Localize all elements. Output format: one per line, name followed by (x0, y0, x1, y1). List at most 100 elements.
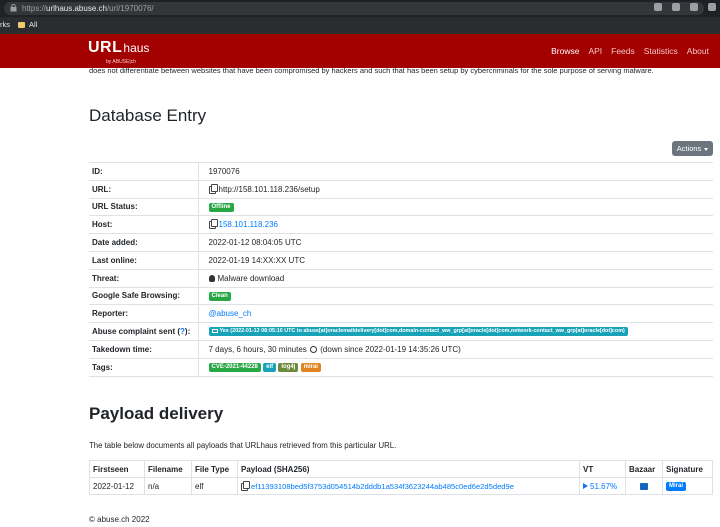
value-id: 1970076 (198, 162, 713, 181)
address-url: https://urlhaus.abuse.ch/url/1970076/ (22, 3, 154, 14)
copy-icon[interactable] (241, 480, 250, 491)
copy-icon[interactable] (208, 219, 218, 230)
label-abuse-end: ): (184, 327, 191, 337)
col-filetype: File Type (191, 460, 238, 478)
col-vt: VT (579, 460, 626, 478)
cell-firstseen: 2022-01-12 (89, 477, 145, 495)
cell-bazaar (625, 477, 663, 495)
bazaar-icon[interactable] (640, 482, 648, 490)
bookmarks-bar: rks All (0, 17, 720, 34)
label-tags: Tags: (89, 357, 199, 377)
payload-table: Firstseen Filename File Type Payload (SH… (89, 460, 713, 495)
table-row: Date added: 2022-01-12 08:04:05 UTC (89, 233, 713, 252)
label-last-online: Last online: (89, 250, 199, 270)
value-reporter-cell: @abuse_ch (198, 304, 713, 323)
table-row: Abuse complaint sent (?): Yes (2022-01-1… (89, 322, 713, 341)
star-icon[interactable] (672, 3, 680, 11)
table-row: URL Status: Offline (89, 197, 713, 216)
signature-badge[interactable]: Mirai (666, 481, 687, 491)
table-row: Last online: 2022-01-19 14:XX:XX UTC (89, 250, 713, 270)
nav-api[interactable]: API (588, 46, 602, 56)
label-threat: Threat: (89, 268, 199, 288)
label-url: URL: (89, 179, 199, 199)
value-takedown: 7 days, 6 hours, 30 minutes (208, 344, 307, 354)
label-host: Host: (89, 215, 199, 234)
brand-tagline: by ABUSE|ch (106, 59, 136, 65)
sha256-link[interactable]: ef11393108bed5f3753d054514b2dddb1a534f36… (251, 482, 514, 491)
tag-elf[interactable]: elf (263, 362, 277, 372)
abuse-badge-text: Yes (2022-01-12 08:05:10 UTC to abuse[at… (219, 328, 625, 335)
table-row: 2022-01-12 n/a elf ef11393108bed5f3753d0… (89, 477, 713, 495)
folder-icon (18, 22, 25, 28)
value-url-cell: http://158.101.118.236/setup (198, 179, 713, 199)
status-badge: Offline (208, 202, 234, 212)
copy-icon[interactable] (208, 183, 218, 194)
cell-signature: Mirai (662, 477, 713, 495)
value-url: http://158.101.118.236/setup (218, 184, 320, 194)
value-threat-cell: Malware download (198, 268, 713, 288)
payload-description: The table below documents all payloads t… (89, 441, 397, 450)
value-gsb-cell: Clean (198, 286, 713, 305)
brand-url: URL (88, 39, 123, 56)
url-path: /url/1970076/ (106, 4, 154, 13)
caret-down-icon (704, 147, 709, 151)
virustotal-icon (583, 483, 588, 490)
bug-icon (208, 275, 215, 283)
value-last-online: 2022-01-19 14:XX:XX UTC (198, 250, 713, 270)
value-tags-cell: CVE-2021-44228 elf log4j mirai (198, 357, 713, 377)
table-row: Host: 158.101.118.236 (89, 215, 713, 234)
tag-mirai[interactable]: mirai (300, 362, 321, 372)
payload-heading: Payload delivery (89, 404, 224, 423)
value-abuse-cell: Yes (2022-01-12 08:05:10 UTC to abuse[at… (198, 322, 713, 341)
value-threat: Malware download (217, 273, 285, 283)
database-entry-table: ID: 1970076 URL: http://158.101.118.236/… (89, 162, 713, 377)
share-icon[interactable] (654, 3, 662, 11)
mail-icon (211, 328, 218, 333)
tag-cve[interactable]: CVE-2021-44228 (208, 362, 261, 372)
label-date-added: Date added: (89, 233, 199, 252)
table-row: Tags: CVE-2021-44228 elf log4j mirai (89, 357, 713, 377)
label-abuse-text: Abuse complaint sent ( (92, 327, 181, 337)
label-gsb: Google Safe Browsing: (89, 286, 199, 305)
site-navbar: URLhaus by ABUSE|ch Browse API Feeds Sta… (0, 34, 720, 68)
value-url-status-cell: Offline (198, 197, 713, 216)
value-host-cell: 158.101.118.236 (198, 215, 713, 234)
label-takedown: Takedown time: (89, 339, 199, 359)
table-row: Threat: Malware download (89, 268, 713, 288)
label-reporter: Reporter: (89, 304, 199, 323)
nav-feeds[interactable]: Feeds (611, 46, 635, 56)
label-url-status: URL Status: (89, 197, 199, 216)
bookmark-partial[interactable]: rks (0, 20, 10, 30)
table-row: ID: 1970076 (89, 162, 713, 181)
host-link[interactable]: 158.101.118.236 (219, 220, 278, 229)
table-header-row: Firstseen Filename File Type Payload (SH… (89, 460, 713, 478)
brand-haus: haus (123, 41, 150, 55)
lock-icon (10, 4, 17, 12)
browser-toolbar: https://urlhaus.abuse.ch/url/1970076/ (0, 0, 720, 17)
bookmark-all[interactable]: All (29, 20, 37, 30)
page-title: Database Entry (89, 106, 207, 125)
col-signature: Signature (662, 460, 713, 478)
label-abuse: Abuse complaint sent (?): (89, 322, 199, 341)
cell-filename: n/a (144, 477, 192, 495)
nav-statistics[interactable]: Statistics (644, 46, 678, 56)
profile-icon[interactable] (708, 3, 716, 11)
value-takedown-cell: 7 days, 6 hours, 30 minutes (down since … (198, 339, 713, 359)
tag-log4j[interactable]: log4j (278, 362, 299, 372)
address-bar[interactable]: https://urlhaus.abuse.ch/url/1970076/ (4, 2, 704, 15)
table-row: Takedown time: 7 days, 6 hours, 30 minut… (89, 339, 713, 359)
reporter-link[interactable]: @abuse_ch (209, 309, 252, 318)
col-bazaar: Bazaar (625, 460, 663, 478)
col-firstseen: Firstseen (89, 460, 145, 478)
extension-icon[interactable] (690, 3, 698, 11)
brand-logo[interactable]: URLhaus by ABUSE|ch (88, 39, 150, 65)
vt-link[interactable]: 51.67% (590, 482, 617, 491)
value-takedown-since: (down since 2022-01-19 14:35:26 UTC) (320, 344, 461, 354)
label-id: ID: (89, 162, 199, 181)
col-filename: Filename (144, 460, 192, 478)
actions-button[interactable]: Actions (672, 141, 713, 156)
cell-filetype: elf (191, 477, 238, 495)
nav-browse[interactable]: Browse (551, 46, 579, 56)
nav-about[interactable]: About (687, 46, 709, 56)
url-prefix: https:// (22, 4, 47, 13)
